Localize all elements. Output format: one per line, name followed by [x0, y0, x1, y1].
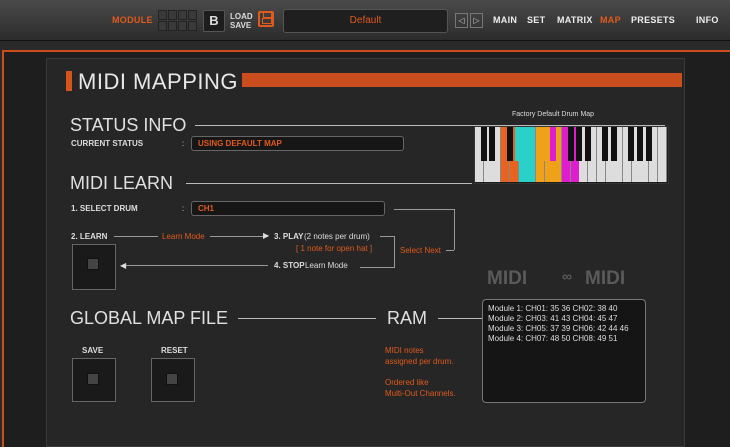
load-label: LOAD	[230, 12, 253, 21]
ram-line-4: Module 4: CH07: 48 50 CH08: 49 51	[488, 334, 618, 343]
drum-map-keyboard	[474, 126, 669, 184]
midi-symbol-icon: ∞	[562, 268, 572, 284]
play-step-label: 3. PLAY	[274, 232, 304, 241]
black-key	[611, 127, 617, 161]
black-key	[602, 127, 609, 161]
tab-main[interactable]: MAIN	[493, 15, 517, 25]
module-slot-grid[interactable]	[158, 10, 198, 32]
open-hat-note: [ 1 note for open hat ]	[296, 244, 373, 253]
midi-learn-heading: MIDI LEARN	[70, 173, 174, 193]
white-key	[657, 127, 667, 182]
learn-step-label: 2. LEARN	[71, 232, 108, 241]
stop-return-line	[126, 265, 268, 266]
black-key	[628, 127, 635, 161]
midi-logo-2: MIDI	[585, 268, 626, 289]
module-slot[interactable]	[178, 10, 187, 20]
black-key	[506, 127, 513, 161]
current-status-label: CURRENT STATUS	[71, 139, 144, 148]
module-slot[interactable]	[188, 10, 197, 20]
global-divider	[238, 318, 376, 319]
black-key	[524, 127, 530, 161]
black-key	[489, 127, 496, 161]
select-next-text: Select Next	[400, 246, 441, 255]
top-toolbar: MODULE B LOAD SAVE Default ◁ ▷ MAIN SET …	[0, 0, 730, 41]
tab-info[interactable]: INFO	[696, 15, 719, 25]
tab-matrix[interactable]: MATRIX	[557, 15, 593, 25]
black-key	[515, 127, 522, 161]
current-status-field: USING DEFAULT MAP	[191, 136, 404, 151]
reset-button[interactable]	[166, 373, 178, 385]
ram-divider	[438, 318, 482, 319]
status-info-heading: STATUS INFO	[70, 115, 187, 135]
ram-desc-1: MIDI notes	[385, 346, 424, 355]
prev-preset-arrow-icon[interactable]: ◁	[455, 13, 468, 28]
module-slot[interactable]	[158, 10, 167, 20]
ram-heading: RAM	[387, 308, 427, 328]
reset-label: RESET	[161, 346, 188, 355]
ram-line-2: Module 2: CH03: 41 43 CH04: 45 47	[488, 314, 618, 323]
learn-mode-text: Learn Mode	[162, 232, 205, 241]
tab-map[interactable]: MAP	[600, 15, 621, 25]
ram-line-1: Module 1: CH01: 35 36 CH02: 38 40	[488, 304, 618, 313]
stop-arrow-vertical	[394, 236, 395, 268]
ram-desc-4: Multi-Out Channels.	[385, 389, 456, 398]
load-save-button[interactable]: LOAD SAVE	[230, 12, 253, 30]
select-drum-label: 1. SELECT DRUM	[71, 204, 138, 213]
arrow-right-icon: ▶	[263, 231, 270, 240]
next-preset-arrow-icon[interactable]: ▷	[470, 13, 483, 28]
return-arrow-top	[394, 209, 454, 210]
drum-select-field[interactable]: CH1	[191, 201, 385, 216]
black-key	[645, 127, 652, 161]
module-slot[interactable]	[168, 10, 177, 20]
ram-mapping-display: Module 1: CH01: 35 36 CH02: 38 40 Module…	[482, 299, 646, 403]
ram-desc-3: Ordered like	[385, 378, 429, 387]
tab-presets[interactable]: PRESETS	[631, 15, 675, 25]
tab-set[interactable]: SET	[527, 15, 545, 25]
global-map-heading: GLOBAL MAP FILE	[70, 308, 229, 328]
learn-divider	[186, 183, 472, 184]
midi-logo: MIDI	[487, 268, 528, 289]
black-key	[584, 127, 591, 161]
module-slot[interactable]	[158, 21, 167, 31]
black-key	[567, 127, 574, 161]
save-button[interactable]	[87, 373, 99, 385]
black-key	[550, 127, 557, 161]
ram-desc-2: assigned per drum.	[385, 357, 454, 366]
learn-arrow-line-2	[210, 236, 268, 237]
stop-arrow-line	[360, 267, 394, 268]
save-label: SAVE	[230, 21, 252, 30]
play-note-text: (2 notes per drum)	[304, 232, 370, 241]
drum-map-title: Factory Default Drum Map	[512, 111, 595, 118]
play-arrow-line	[380, 236, 394, 237]
title-underline-bar	[242, 73, 682, 87]
ram-line-3: Module 3: CH05: 37 39 CH06: 42 44 46	[488, 324, 629, 333]
black-key	[541, 127, 548, 161]
learn-button[interactable]	[87, 258, 99, 270]
title-accent-bar	[66, 71, 72, 91]
stop-step-label: 4. STOP	[274, 261, 305, 270]
return-arrow-vertical	[454, 209, 455, 250]
brand-logo-icon: B	[203, 10, 225, 32]
page-title: MIDI MAPPING	[78, 69, 239, 94]
return-arrow-bottom	[446, 250, 454, 251]
preset-name-field[interactable]: Default	[283, 9, 448, 33]
module-label: MODULE	[112, 15, 153, 25]
black-key	[637, 127, 644, 161]
status-separator: :	[182, 139, 185, 148]
black-key	[480, 127, 487, 161]
learn-arrow-line	[114, 236, 158, 237]
stop-mode-text: Learn Mode	[305, 261, 348, 270]
save-disk-icon[interactable]	[258, 11, 274, 27]
save-label: SAVE	[82, 346, 104, 355]
module-slot[interactable]	[178, 21, 187, 31]
black-key	[576, 127, 583, 161]
select-drum-separator: :	[182, 204, 185, 213]
arrow-left-icon: ◀	[120, 261, 127, 270]
module-slot[interactable]	[168, 21, 177, 31]
module-slot[interactable]	[188, 21, 197, 31]
